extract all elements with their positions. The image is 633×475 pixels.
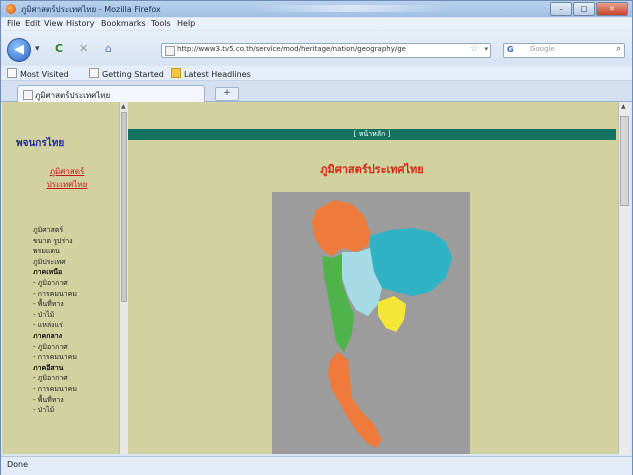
menu-bar: File Edit View History Bookmarks Tools H… xyxy=(1,18,632,30)
left-nav-item[interactable]: - ภูมิอากาศ xyxy=(33,278,113,289)
menu-history[interactable]: History xyxy=(66,19,94,28)
left-nav-item[interactable]: - ภูมิอากาศ xyxy=(33,373,113,384)
left-nav-item[interactable]: - การคมนาคม xyxy=(33,384,113,395)
left-nav-item[interactable]: ขนาด รูปร่าง xyxy=(33,236,113,247)
search-box[interactable]: G Google ⌕ xyxy=(503,43,625,58)
left-nav-item[interactable]: - การคมนาคม xyxy=(33,352,113,363)
thailand-map xyxy=(272,192,470,454)
browser-window: ภูมิศาสตร์ประเทศไทย - Mozilla Firefox – … xyxy=(0,0,633,475)
url-text[interactable]: http://www3.tv5.co.th/service/mod/herita… xyxy=(177,45,467,53)
menu-view[interactable]: View xyxy=(44,19,63,28)
main-scroll-thumb[interactable] xyxy=(620,116,629,206)
url-dropdown-icon[interactable]: ▾ xyxy=(484,45,488,53)
firefox-icon xyxy=(6,4,16,14)
tab-favicon-icon xyxy=(23,90,33,100)
status-bar: Done xyxy=(1,456,632,475)
tab-label: ภูมิศาสตร์ประเทศไทย xyxy=(35,91,111,100)
bookmark-latest-headlines[interactable]: Latest Headlines xyxy=(171,68,251,79)
left-nav-item[interactable]: - แหล่งแร่ xyxy=(33,320,113,331)
maximize-button[interactable]: □ xyxy=(573,2,595,16)
map-region-north xyxy=(312,200,370,256)
stop-button[interactable]: ✕ xyxy=(79,43,88,55)
left-nav-item[interactable]: ภาคเหนือ xyxy=(33,267,113,278)
home-button[interactable]: ⌂ xyxy=(105,43,112,55)
menu-edit[interactable]: Edit xyxy=(25,19,41,28)
map-region-south xyxy=(328,352,382,448)
scroll-up-icon[interactable]: ▲ xyxy=(621,103,626,110)
scroll-up-icon[interactable]: ▲ xyxy=(121,103,126,110)
search-placeholder: Google xyxy=(530,45,555,53)
rss-folder-icon xyxy=(171,68,181,78)
tab-active[interactable]: ภูมิศาสตร์ประเทศไทย xyxy=(17,85,205,102)
bookmark-most-visited[interactable]: Most Visited xyxy=(7,68,69,79)
main-scrollbar[interactable]: ▲ xyxy=(618,102,630,454)
left-nav-item[interactable]: - พื้นที่ทาง xyxy=(33,299,113,310)
status-text: Done xyxy=(7,460,29,469)
title-bar: ภูมิศาสตร์ประเทศไทย - Mozilla Firefox – … xyxy=(1,1,632,17)
left-nav-list: ภูมิศาสตร์ ขนาด รูปร่าง พรมแดน ภูมิประเทศ ภา… xyxy=(33,225,113,416)
menu-help[interactable]: Help xyxy=(177,19,195,28)
menu-file[interactable]: File xyxy=(7,19,20,28)
back-button[interactable]: ◀ xyxy=(7,38,31,62)
bookmark-label: Getting Started xyxy=(102,70,164,79)
header-bar[interactable]: [ หน้าหลัก ] xyxy=(128,129,616,140)
left-scroll-thumb[interactable] xyxy=(121,112,127,302)
left-nav-item[interactable]: พรมแดน xyxy=(33,246,113,257)
left-nav-item[interactable]: - ป่าไม้ xyxy=(33,405,113,416)
left-nav-item[interactable]: ภาคกลาง xyxy=(33,331,113,342)
left-nav-item[interactable]: ภาคอีสาน xyxy=(33,363,113,374)
left-frame-scrollbar[interactable]: ▲ xyxy=(119,102,128,454)
bookmark-getting-started[interactable]: Getting Started xyxy=(89,68,164,79)
left-frame: พจนกรไทย ภูมิศาสตร์ประเทศไทย ภูมิศาสตร์ข… xyxy=(2,102,118,454)
title-bar-glare xyxy=(251,5,451,12)
page-content: พจนกรไทย ภูมิศาสตร์ประเทศไทย ภูมิศาสตร์ข… xyxy=(2,102,630,454)
page-title: ภูมิศาสตร์ประเทศไทย xyxy=(320,163,424,176)
address-bar[interactable]: http://www3.tv5.co.th/service/mod/herita… xyxy=(161,43,491,58)
map-region-northeast xyxy=(370,228,452,296)
left-frame-title: พจนกรไทย xyxy=(16,138,65,149)
left-nav-item[interactable]: - ป่าไม้ xyxy=(33,310,113,321)
bookmark-label: Most Visited xyxy=(20,70,69,79)
close-button[interactable]: ✕ xyxy=(596,2,628,16)
left-nav-item[interactable]: ภูมิศาสตร์ xyxy=(33,225,113,236)
navigation-toolbar: ◀ ▾ C ✕ ⌂ http://www3.tv5.co.th/service/… xyxy=(1,31,632,65)
left-nav-item[interactable]: - ภูมิอากาศ xyxy=(33,342,113,353)
tab-strip: ภูมิศาสตร์ประเทศไทย + xyxy=(1,81,632,102)
window-title: ภูมิศาสตร์ประเทศไทย - Mozilla Firefox xyxy=(21,5,161,14)
left-nav-item[interactable]: - การคมนาคม xyxy=(33,289,113,300)
bookmark-star-icon[interactable]: ☆ xyxy=(470,44,478,54)
map-region-east xyxy=(378,296,406,332)
reload-button[interactable]: C xyxy=(55,43,63,55)
bookmark-label: Latest Headlines xyxy=(184,70,251,79)
search-engine-icon[interactable]: G xyxy=(507,45,514,54)
menu-tools[interactable]: Tools xyxy=(151,19,171,28)
main-frame: [ หน้าหลัก ] ภูมิศาสตร์ประเทศไทย xyxy=(128,102,618,454)
search-icon[interactable]: ⌕ xyxy=(616,44,621,54)
new-tab-button[interactable]: + xyxy=(215,87,239,101)
page-icon xyxy=(89,68,99,78)
left-frame-link[interactable]: ภูมิศาสตร์ประเทศไทย xyxy=(32,165,102,191)
left-nav-item[interactable]: ภูมิประเทศ xyxy=(33,257,113,268)
most-visited-icon xyxy=(7,68,17,78)
bookmarks-toolbar: Most Visited Getting Started Latest Head… xyxy=(1,66,632,81)
menu-bookmarks[interactable]: Bookmarks xyxy=(101,19,146,28)
minimize-button[interactable]: – xyxy=(550,2,572,16)
left-nav-item[interactable]: - พื้นที่ทาง xyxy=(33,395,113,406)
page-favicon-icon xyxy=(165,46,175,56)
history-dropdown-icon[interactable]: ▾ xyxy=(35,43,40,55)
